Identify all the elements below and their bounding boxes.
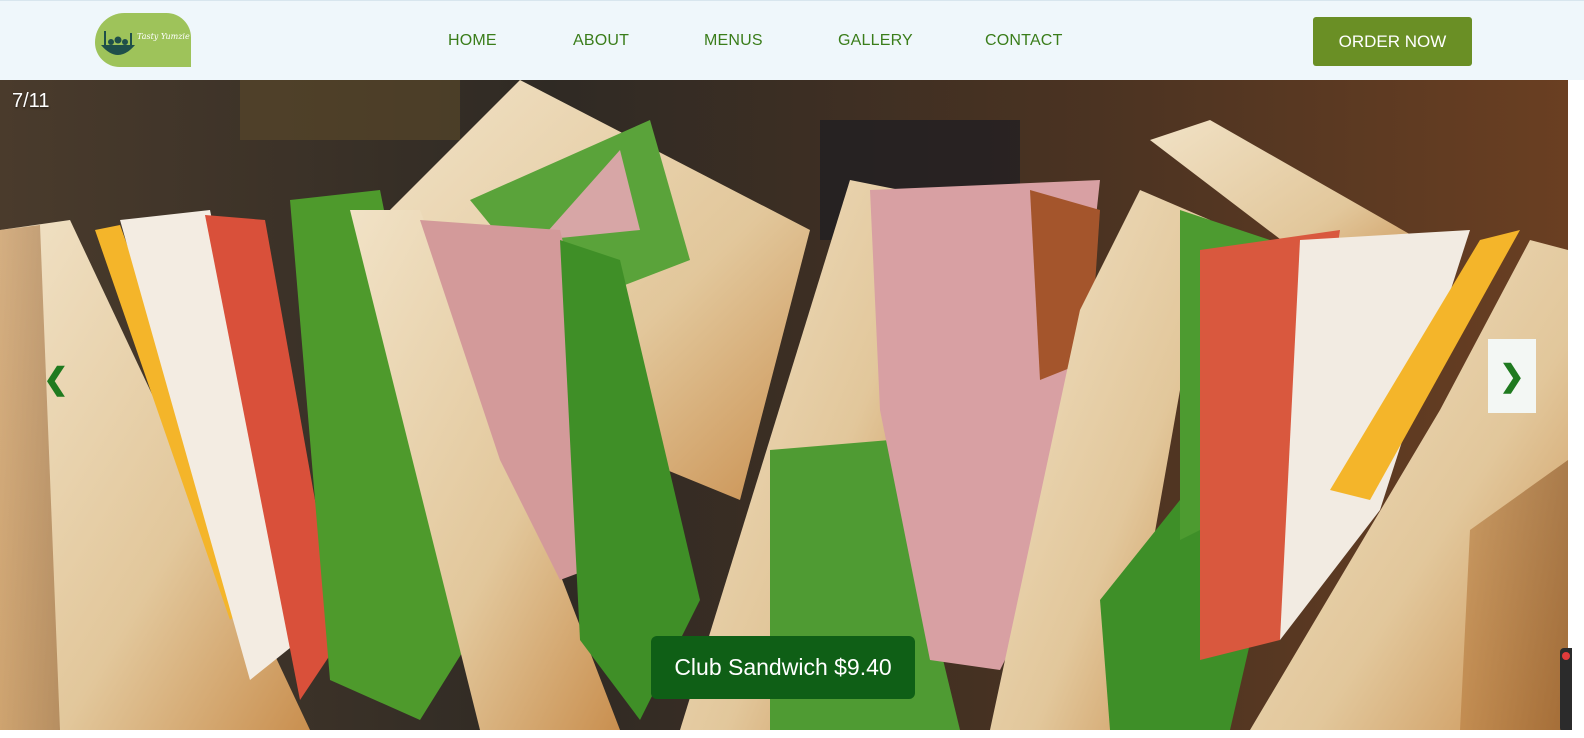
hero-slideshow: 7/11 ❮ ❯ Club Sandwich $9.40 [0, 80, 1568, 730]
site-logo[interactable]: Tasty Yumzie [95, 13, 191, 67]
scrollbar[interactable] [1568, 80, 1584, 738]
next-slide-button[interactable]: ❯ [1488, 339, 1536, 413]
food-bowl-icon [101, 31, 135, 55]
sandwich-photo [0, 80, 1568, 730]
previous-slide-button[interactable]: ❮ [32, 342, 80, 416]
logo-text: Tasty Yumzie [137, 32, 190, 41]
site-header: Tasty Yumzie HOME ABOUT MENUS GALLERY CO… [0, 0, 1584, 80]
nav-menus[interactable]: MENUS [704, 32, 763, 50]
chevron-left-icon: ❮ [43, 362, 69, 396]
record-dot-icon [1562, 652, 1570, 660]
slide-counter: 7/11 [12, 90, 50, 112]
chevron-right-icon: ❯ [1499, 359, 1525, 393]
nav-about[interactable]: ABOUT [573, 32, 629, 50]
nav-contact[interactable]: CONTACT [985, 32, 1063, 50]
slide-caption: Club Sandwich $9.40 [651, 636, 915, 699]
page-bottom-strip [0, 730, 1584, 738]
nav-gallery[interactable]: GALLERY [838, 32, 913, 50]
order-now-button[interactable]: ORDER NOW [1313, 17, 1472, 66]
nav-home[interactable]: HOME [448, 32, 497, 50]
recorder-tab[interactable] [1560, 648, 1572, 732]
